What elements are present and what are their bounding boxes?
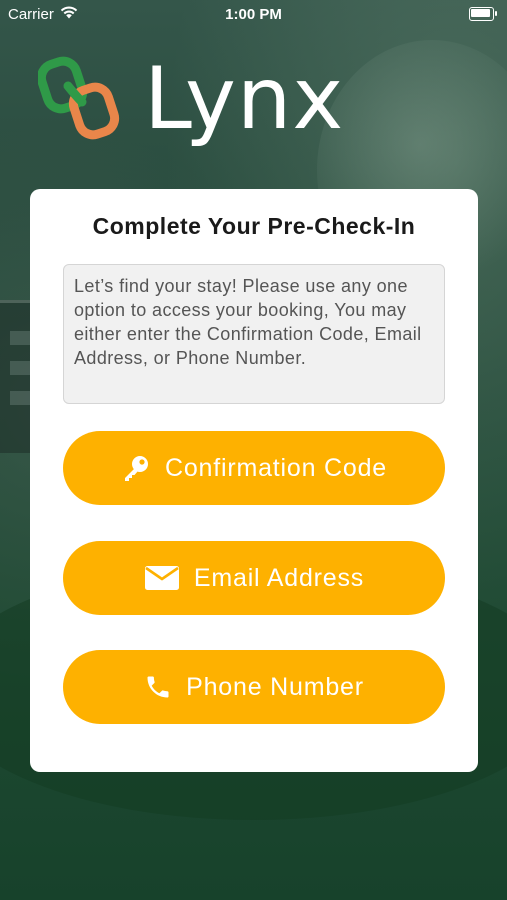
confirmation-code-label: Confirmation Code — [164, 453, 388, 482]
phone-number-label: Phone Number — [186, 672, 364, 701]
key-icon — [121, 453, 151, 483]
background-window — [10, 361, 30, 375]
phone-number-button[interactable]: Phone Number — [63, 650, 445, 724]
lynx-logo-icon — [38, 56, 120, 140]
app-logo: Lynx — [38, 56, 344, 142]
background-window — [10, 331, 30, 345]
app-name: Lynx — [144, 49, 345, 149]
pre-check-in-card: Complete Your Pre-Check-In Let’s find yo… — [30, 189, 478, 772]
status-time: 1:00 PM — [225, 6, 282, 23]
email-address-button[interactable]: Email Address — [63, 541, 445, 615]
pre-check-in-screen: Carrier 1:00 PM Lynx Complete Your Pre-C… — [0, 0, 507, 900]
envelope-icon — [144, 564, 180, 592]
instructions-text: Let’s find your stay! Please use any one… — [63, 264, 445, 404]
status-bar: Carrier 1:00 PM — [0, 0, 507, 28]
confirmation-code-button[interactable]: Confirmation Code — [63, 431, 445, 505]
email-address-label: Email Address — [193, 563, 365, 592]
battery-icon — [469, 7, 497, 21]
card-title: Complete Your Pre-Check-In — [92, 213, 416, 239]
background-window — [10, 391, 30, 405]
phone-icon — [144, 673, 172, 701]
